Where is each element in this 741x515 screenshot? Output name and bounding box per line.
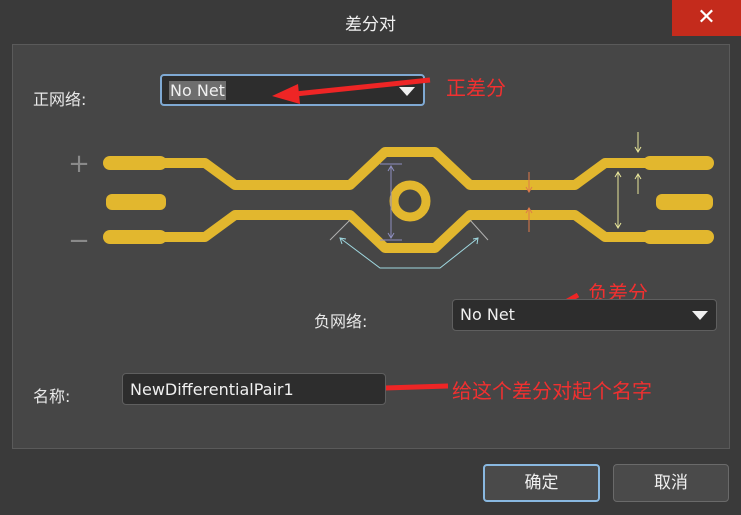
annotation-arrows: [272, 77, 580, 400]
name-value: NewDifferentialPair1: [130, 380, 294, 399]
name-input[interactable]: NewDifferentialPair1: [122, 373, 386, 405]
cancel-button[interactable]: 取消: [613, 464, 729, 502]
positive-annotation: 正差分: [446, 76, 506, 100]
positive-trace: [103, 147, 714, 190]
left-pad: [106, 194, 166, 210]
negative-net-label: 负网络:: [314, 312, 368, 331]
chevron-down-icon[interactable]: [692, 311, 708, 320]
clearance-dimension: [380, 163, 402, 241]
name-annotation: 给这个差分对起个名字: [452, 379, 652, 403]
name-label: 名称:: [33, 387, 71, 406]
negative-net-value: No Net: [460, 305, 515, 324]
negative-net-select[interactable]: No Net: [452, 299, 717, 331]
minus-sign: −: [68, 226, 90, 256]
plus-sign: +: [68, 149, 90, 179]
right-pad: [656, 194, 713, 210]
pair-width-dimension: [614, 132, 642, 229]
via-icon: [389, 180, 431, 222]
ok-button[interactable]: 确定: [483, 464, 600, 502]
differential-pair-diagram: + −: [68, 77, 714, 400]
